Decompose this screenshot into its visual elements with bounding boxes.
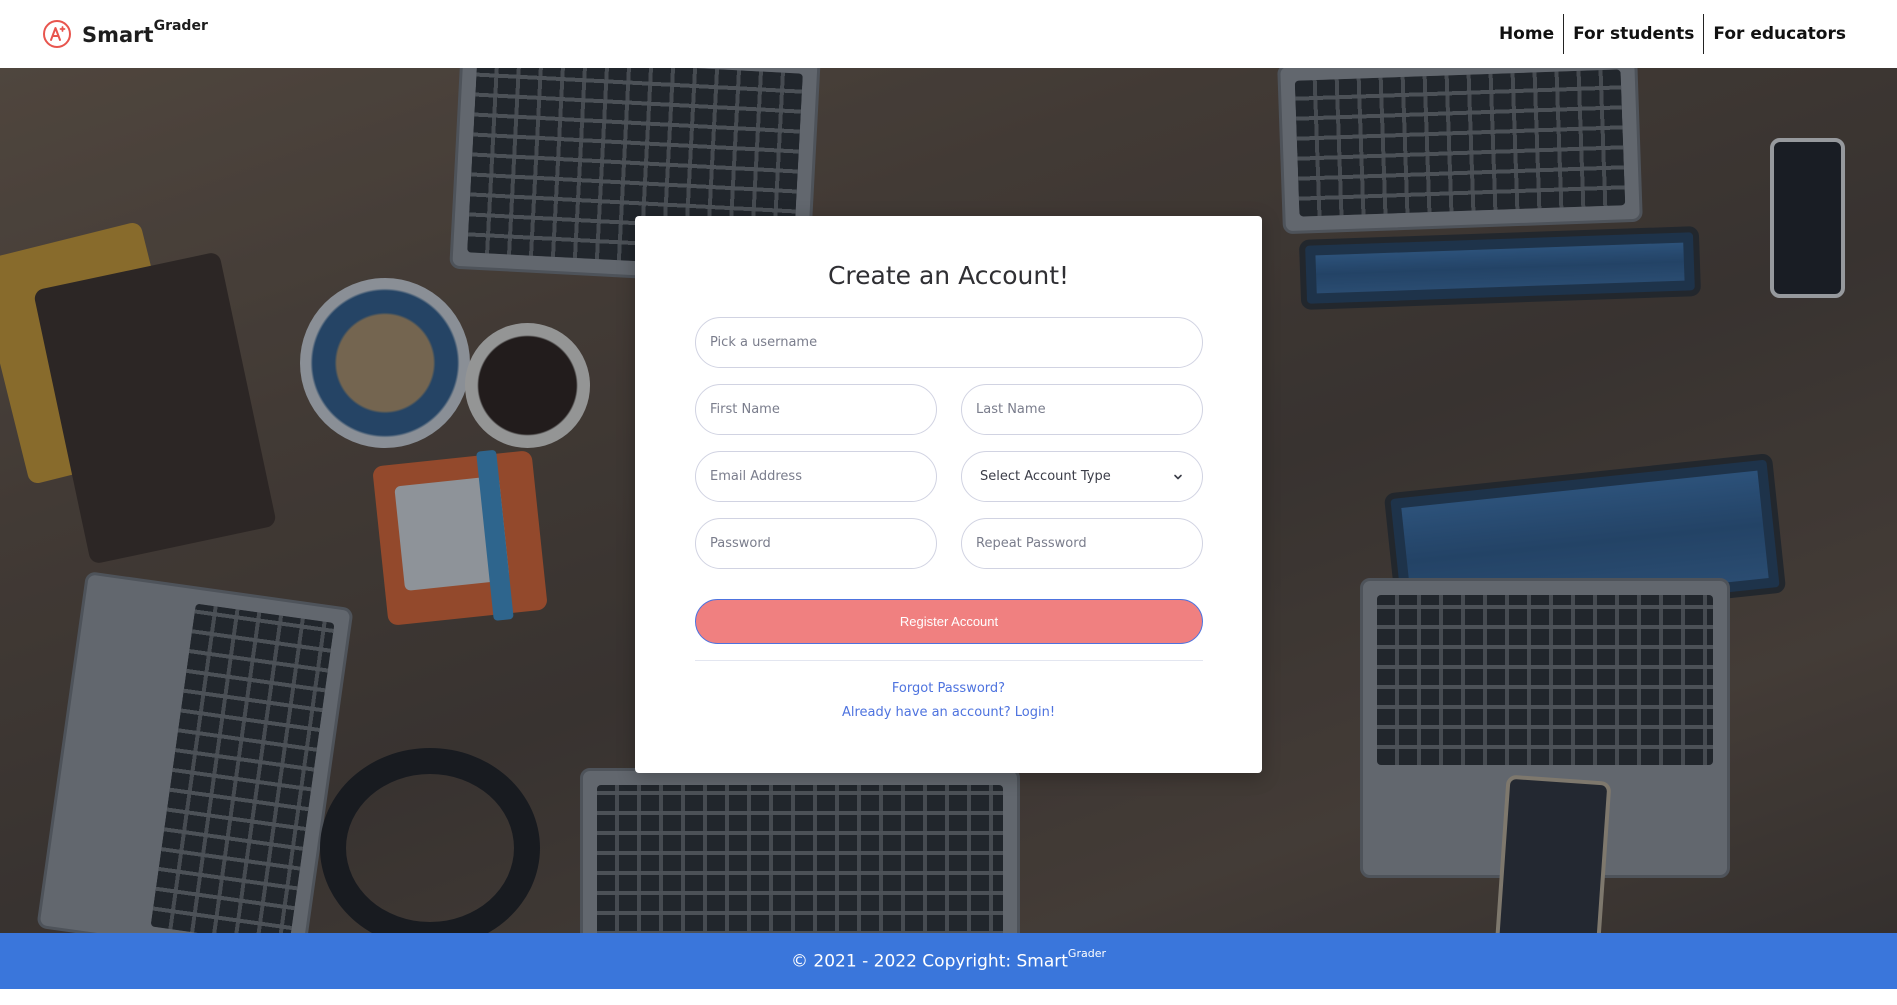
last-name-placeholder: Last Name xyxy=(976,402,1046,417)
last-name-input[interactable]: Last Name xyxy=(961,384,1203,435)
bottom-spacer xyxy=(0,989,1897,1005)
nav-home-link[interactable]: Home xyxy=(1490,14,1563,54)
copyright-superscript: Grader xyxy=(1067,947,1106,961)
brand-name: SmartGrader xyxy=(82,17,208,47)
first-name-placeholder: First Name xyxy=(710,402,780,417)
forgot-password-link[interactable]: Forgot Password? xyxy=(635,681,1262,696)
main-nav: Home For students For educators xyxy=(1490,14,1855,54)
page-title: Create an Account! xyxy=(827,261,1070,290)
email-input[interactable]: Email Address xyxy=(695,451,937,502)
copyright-text: © 2021 - 2022 Copyright: SmartGrader xyxy=(791,947,1106,972)
username-input[interactable]: Pick a username xyxy=(695,317,1203,368)
username-placeholder: Pick a username xyxy=(710,335,818,350)
page-footer: © 2021 - 2022 Copyright: SmartGrader xyxy=(0,933,1897,989)
password-input[interactable]: Password xyxy=(695,518,937,569)
form-divider xyxy=(695,660,1203,661)
login-link[interactable]: Already have an account? Login! xyxy=(635,705,1262,720)
account-type-select[interactable]: Select Account Type xyxy=(961,451,1203,502)
register-card: Create an Account! Pick a username First… xyxy=(635,216,1262,773)
email-placeholder: Email Address xyxy=(710,469,802,484)
account-type-value: Select Account Type xyxy=(980,469,1111,484)
register-button[interactable]: Register Account xyxy=(695,599,1203,644)
brand-logo[interactable]: SmartGrader xyxy=(42,17,208,49)
first-name-input[interactable]: First Name xyxy=(695,384,937,435)
nav-educators-link[interactable]: For educators xyxy=(1704,14,1855,54)
repeat-password-input[interactable]: Repeat Password xyxy=(961,518,1203,569)
repeat-password-placeholder: Repeat Password xyxy=(976,536,1087,551)
brand-superscript: Grader xyxy=(153,17,208,34)
password-placeholder: Password xyxy=(710,536,771,551)
chevron-down-icon xyxy=(1174,474,1182,479)
top-navbar: SmartGrader Home For students For educat… xyxy=(0,0,1897,68)
nav-students-link[interactable]: For students xyxy=(1564,14,1703,54)
grade-a-plus-icon xyxy=(43,20,71,48)
